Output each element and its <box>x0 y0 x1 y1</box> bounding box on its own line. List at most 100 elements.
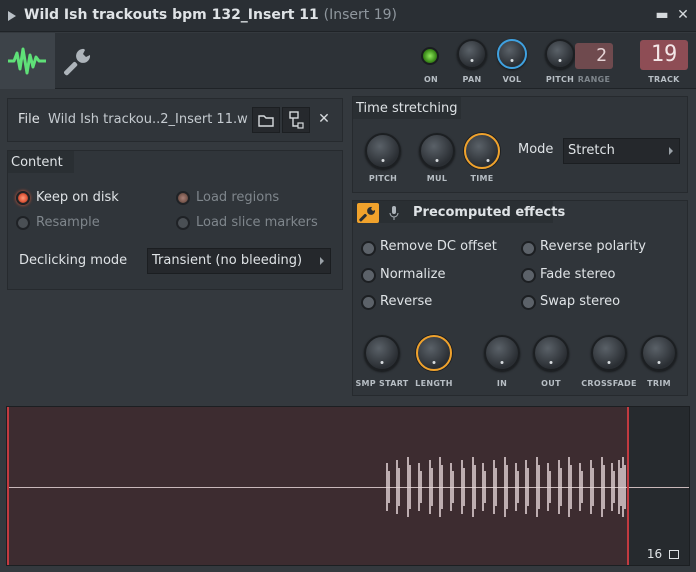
open-folder-button[interactable] <box>252 107 280 133</box>
fade-stereo-toggle[interactable] <box>521 268 536 283</box>
transient-spike <box>429 460 433 514</box>
in-label: IN <box>496 379 508 388</box>
dropdown-caret-icon <box>320 257 324 265</box>
swap-stereo-toggle[interactable] <box>521 295 536 310</box>
ts-time-knob[interactable] <box>464 133 500 169</box>
pitch-knob[interactable] <box>545 39 575 69</box>
window-subtitle: (Insert 19) <box>323 7 397 23</box>
pan-knob[interactable] <box>457 39 487 69</box>
mode-label: Mode <box>518 142 554 157</box>
reverse-toggle[interactable] <box>361 295 376 310</box>
range-label: RANGE <box>577 75 611 84</box>
transient-spike <box>618 460 622 514</box>
ts-pitch-label: PITCH <box>368 174 398 183</box>
swap-stereo-label: Swap stereo <box>540 294 621 309</box>
transient-spike <box>622 457 626 517</box>
crossfade-label: CROSSFADE <box>581 379 637 388</box>
transient-spike <box>504 457 508 517</box>
resample-label: Resample <box>36 215 100 230</box>
zoom-indicator[interactable]: 16 <box>647 547 679 561</box>
content-panel: Content Keep on disk Load regions Resamp… <box>7 150 343 290</box>
declicking-mode-label: Declicking mode <box>19 253 128 268</box>
reverse-polarity-toggle[interactable] <box>521 241 536 256</box>
in-knob[interactable] <box>484 335 520 371</box>
smp-start-label: SMP START <box>355 379 409 388</box>
window-menu-arrow-icon[interactable] <box>8 11 16 21</box>
track-label: TRACK <box>648 75 680 84</box>
close-icon[interactable]: ✕ <box>674 6 692 24</box>
waveform-view[interactable]: 16 <box>6 406 690 566</box>
normalize-label: Normalize <box>380 267 446 282</box>
wrench-icon[interactable] <box>357 203 379 223</box>
sample-settings-tab[interactable] <box>0 33 55 89</box>
smp-start-knob[interactable] <box>364 335 400 371</box>
transient-spike <box>482 463 486 511</box>
remove-dc-offset-toggle[interactable] <box>361 241 376 256</box>
crossfade-knob[interactable] <box>591 335 627 371</box>
waveform-transients <box>386 457 626 517</box>
transient-spike <box>439 457 443 517</box>
vol-label: VOL <box>502 75 522 84</box>
pitch-range-value[interactable]: 2 <box>575 43 613 69</box>
transient-spike <box>547 463 551 511</box>
minimize-icon[interactable]: ▬ <box>653 6 671 24</box>
length-label: LENGTH <box>415 379 453 388</box>
track-value[interactable]: 19 <box>640 40 688 70</box>
start-marker[interactable] <box>7 407 9 565</box>
end-marker[interactable] <box>627 407 629 565</box>
window-title: Wild Ish trackouts bpm 132_Insert 11 (In… <box>24 7 397 23</box>
trim-label: TRIM <box>647 379 671 388</box>
transient-spike <box>396 460 400 514</box>
ts-mul-label: MUL <box>426 174 448 183</box>
fade-stereo-label: Fade stereo <box>540 267 616 282</box>
transient-spike <box>407 457 411 517</box>
zoom-value: 16 <box>646 547 663 561</box>
out-knob[interactable] <box>533 335 569 371</box>
normalize-toggle[interactable] <box>361 268 376 283</box>
on-label: ON <box>423 75 439 84</box>
ts-pitch-knob[interactable] <box>365 133 401 169</box>
transient-spike <box>568 457 572 517</box>
ts-mul-knob[interactable] <box>419 133 455 169</box>
on-led[interactable] <box>421 47 439 65</box>
transient-spike <box>461 460 465 514</box>
trim-knob[interactable] <box>641 335 677 371</box>
declicking-mode-dropdown[interactable]: Transient (no bleeding) <box>147 248 331 274</box>
reverse-label: Reverse <box>380 294 433 309</box>
tree-icon <box>289 111 304 129</box>
transient-spike <box>558 460 562 514</box>
transient-spike <box>611 463 615 511</box>
keep-on-disk-radio[interactable] <box>16 191 30 205</box>
transient-spike <box>579 463 583 511</box>
ts-time-label: TIME <box>470 174 494 183</box>
pan-label: PAN <box>462 75 482 84</box>
locate-file-button[interactable] <box>282 107 310 133</box>
resample-radio[interactable] <box>16 216 30 230</box>
time-stretching-panel: Time stretching PITCH MUL TIME Mode Stre… <box>352 96 688 193</box>
clear-file-button[interactable]: ✕ <box>310 107 338 133</box>
declicking-mode-value: Transient (no bleeding) <box>152 253 303 268</box>
toolbar: ON PAN VOL PITCH 2 RANGE 19 TRACK <box>0 33 696 89</box>
load-slice-markers-radio[interactable] <box>176 216 190 230</box>
transient-spike <box>515 463 519 511</box>
content-title: Content <box>11 155 63 170</box>
wrench-icon[interactable] <box>60 43 96 79</box>
time-stretching-title: Time stretching <box>356 101 458 116</box>
length-knob[interactable] <box>416 335 452 371</box>
load-regions-radio[interactable] <box>176 191 190 205</box>
transient-spike <box>450 463 454 511</box>
transient-spike <box>418 463 422 511</box>
transient-spike <box>536 457 540 517</box>
file-panel: File Wild Ish trackou..2_Insert 11.wav ✕ <box>7 98 343 142</box>
transient-spike <box>386 463 390 511</box>
vol-knob[interactable] <box>497 39 527 69</box>
folder-icon <box>258 115 274 127</box>
load-slice-markers-label: Load slice markers <box>196 215 318 230</box>
zoom-icon <box>669 550 679 559</box>
title-bar: Wild Ish trackouts bpm 132_Insert 11 (In… <box>0 0 696 32</box>
mode-dropdown[interactable]: Stretch <box>563 138 680 164</box>
precomputed-effects-title: Precomputed effects <box>413 205 566 220</box>
transient-spike <box>472 457 476 517</box>
load-regions-label: Load regions <box>196 190 280 205</box>
dropdown-caret-icon <box>669 147 673 155</box>
